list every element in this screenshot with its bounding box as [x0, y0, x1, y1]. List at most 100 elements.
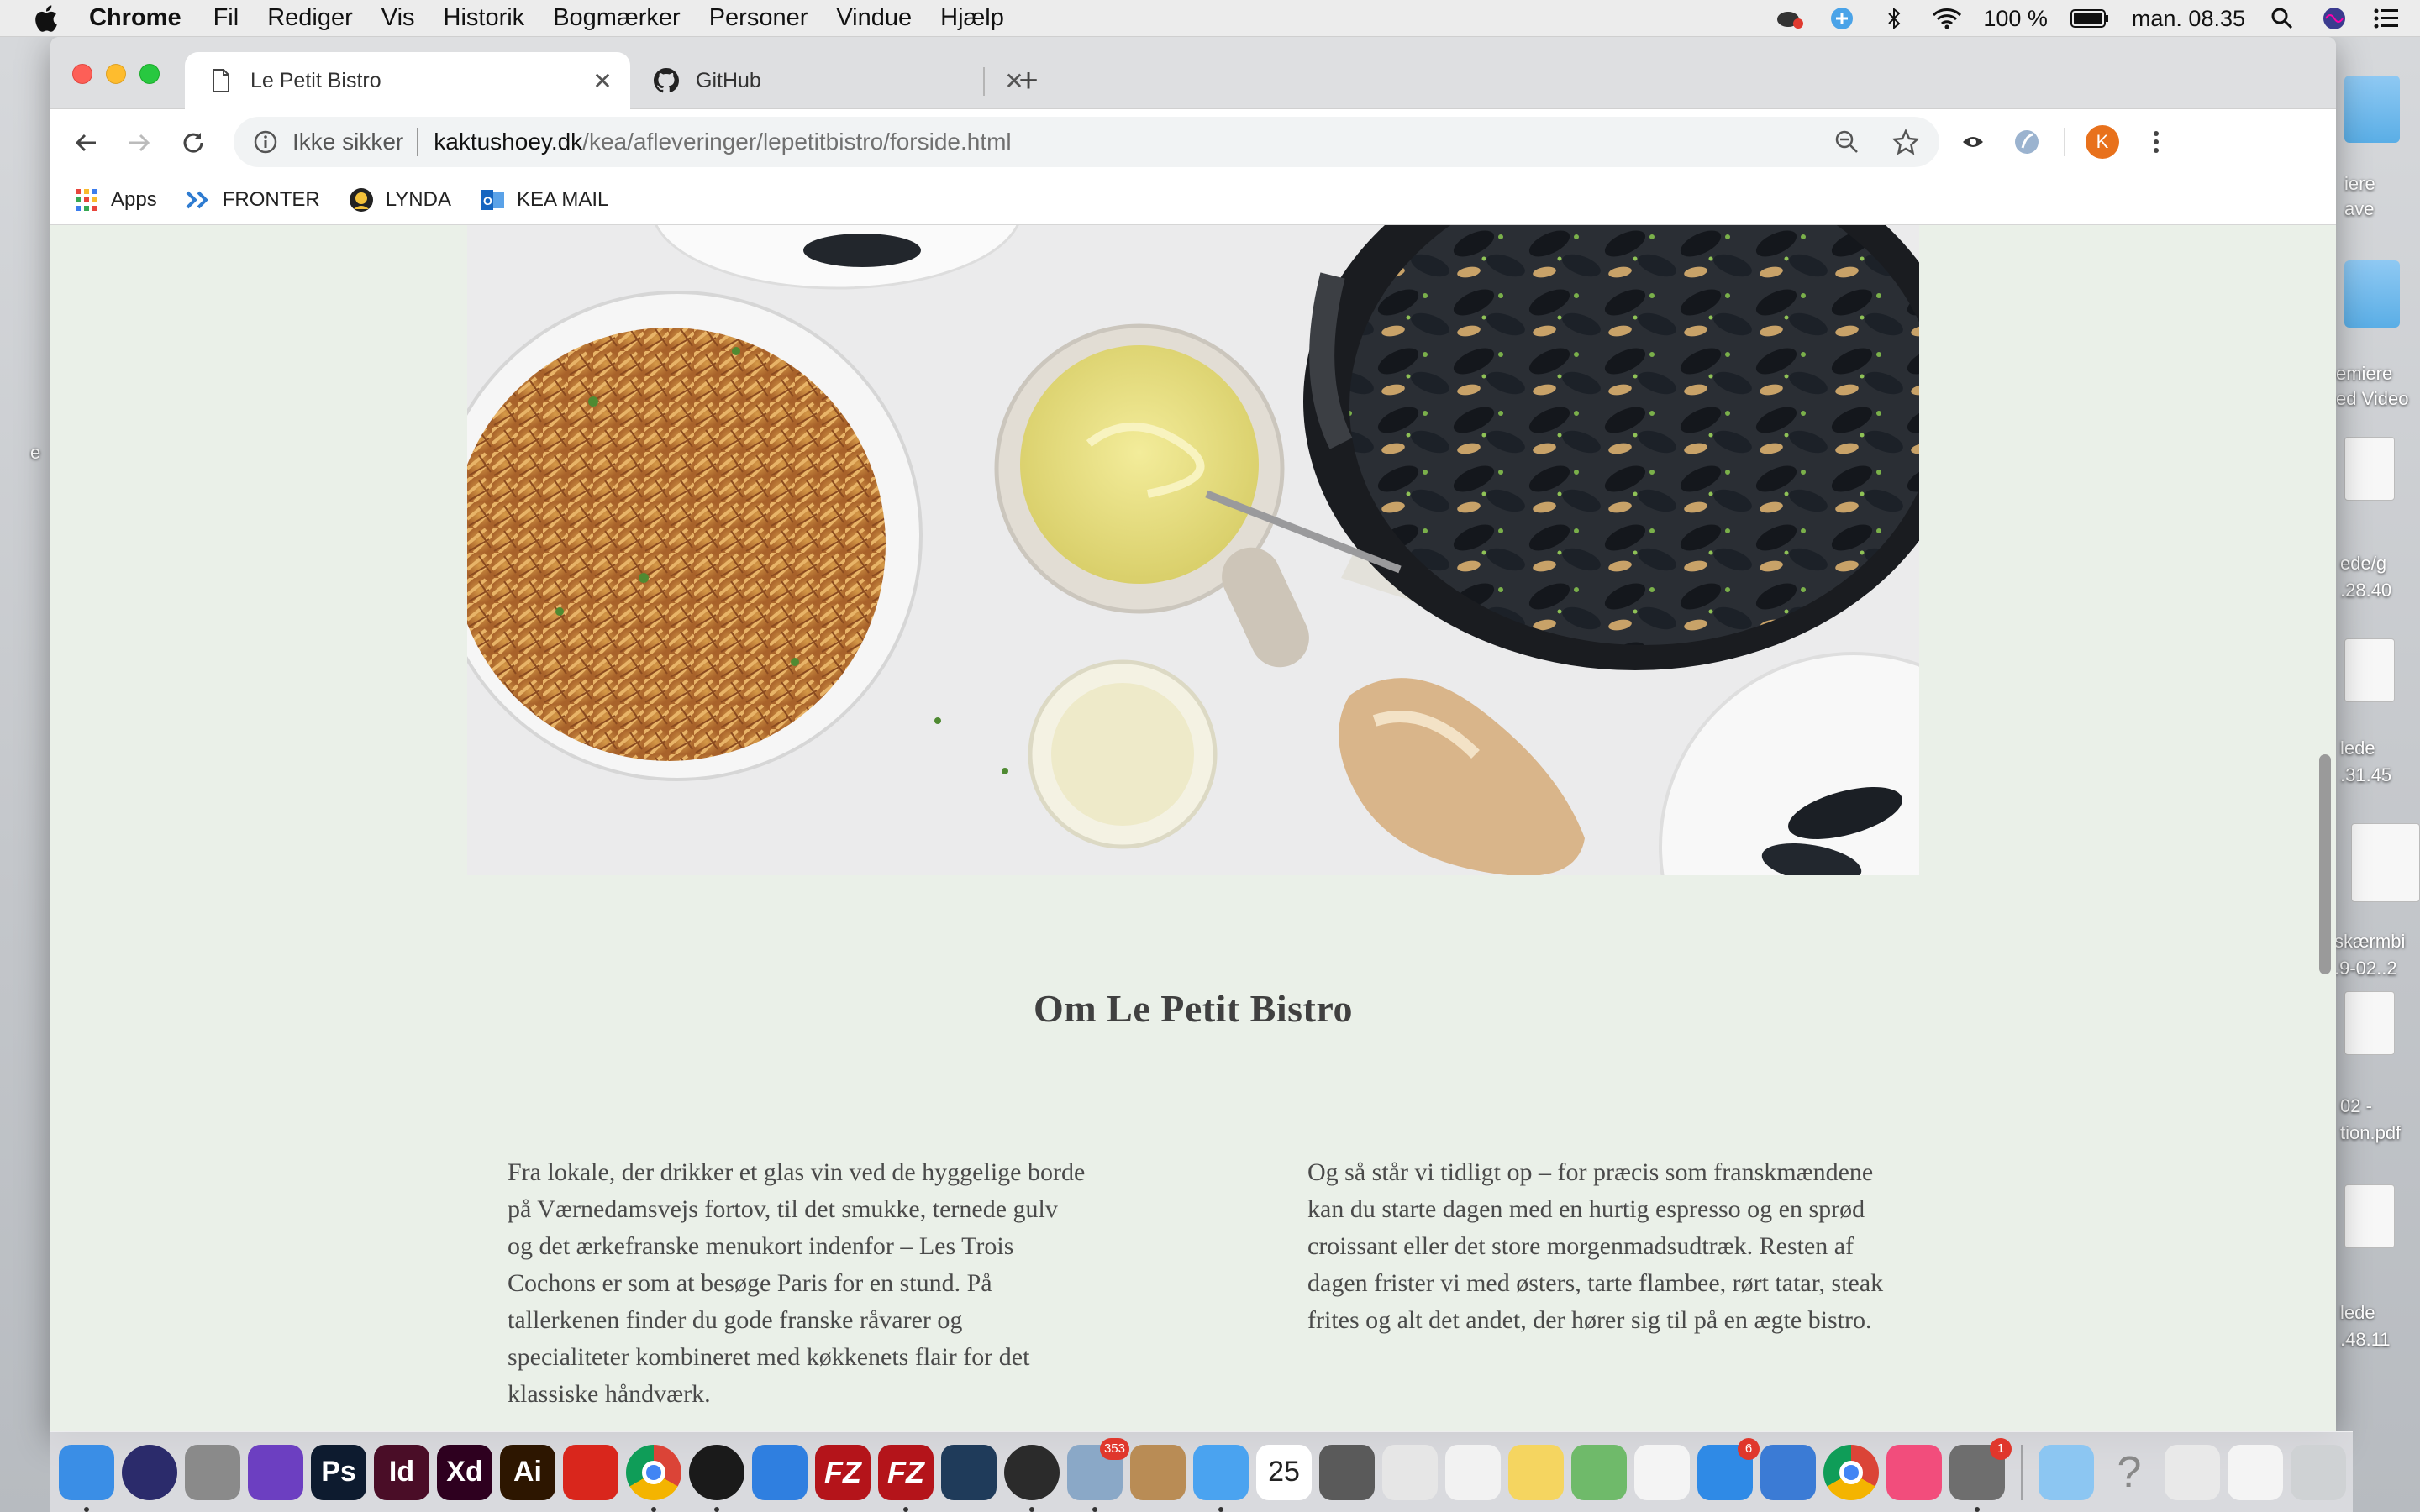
- dock-spotify-icon[interactable]: [689, 1444, 744, 1512]
- dock-xd-icon[interactable]: Xd: [437, 1444, 492, 1500]
- new-tab-button[interactable]: +: [1008, 60, 1049, 101]
- bluetooth-icon[interactable]: [1879, 6, 1909, 31]
- dock-itunes-icon[interactable]: [1886, 1444, 1942, 1500]
- profile-avatar[interactable]: K: [2086, 125, 2119, 159]
- dock: Ps Id Xd Ai FZ FZ 353 25 6 1?: [50, 1431, 2353, 1512]
- dock-safari-icon[interactable]: [752, 1444, 808, 1500]
- dock-preview-doc-icon[interactable]: [2165, 1444, 2220, 1500]
- dock-contacts-icon[interactable]: [1130, 1444, 1186, 1500]
- dock-filezilla-2-icon[interactable]: FZ: [878, 1444, 934, 1512]
- creative-cloud-status-icon[interactable]: [1775, 6, 1805, 31]
- window-close-button[interactable]: [72, 64, 92, 84]
- dock-downloads-folder-icon[interactable]: [2039, 1444, 2094, 1500]
- dock-indesign-icon[interactable]: Id: [374, 1444, 429, 1500]
- dock-notes-icon[interactable]: [1508, 1444, 1564, 1500]
- menu-app-name[interactable]: Chrome: [89, 4, 182, 32]
- bookmark-label: KEA MAIL: [516, 187, 609, 211]
- dock-calculator-icon[interactable]: [1319, 1444, 1375, 1500]
- menu-hjaelp[interactable]: Hjælp: [940, 4, 1004, 32]
- dock-illustrator-icon[interactable]: Ai: [500, 1444, 555, 1500]
- dock-app-label: Ai: [513, 1456, 542, 1488]
- dock-maps-icon[interactable]: [1571, 1444, 1627, 1500]
- dock-calendar-icon[interactable]: 25: [1256, 1444, 1312, 1500]
- kebab-menu-icon[interactable]: [2139, 125, 2173, 159]
- menu-vindue[interactable]: Vindue: [836, 4, 912, 32]
- dock-photos-icon[interactable]: [1634, 1444, 1690, 1500]
- desktop-label: .28.40: [2340, 580, 2392, 601]
- dock-filezilla-icon[interactable]: FZ: [815, 1444, 871, 1500]
- reload-icon[interactable]: [175, 124, 212, 161]
- desktop-file-icon[interactable]: [2344, 638, 2395, 702]
- window-minimize-button[interactable]: [106, 64, 126, 84]
- menu-historik[interactable]: Historik: [444, 4, 525, 32]
- bookmark-lynda[interactable]: LYNDA: [349, 187, 451, 213]
- apple-icon[interactable]: [30, 3, 60, 34]
- tab-github[interactable]: GitHub ✕: [630, 52, 1042, 109]
- dock-finder-icon[interactable]: [59, 1444, 114, 1512]
- back-arrow-icon[interactable]: [67, 124, 104, 161]
- dock-photoshop-icon[interactable]: Ps: [311, 1444, 366, 1500]
- dock-chrome-icon[interactable]: [626, 1444, 681, 1512]
- menu-clock[interactable]: man. 08.35: [2132, 6, 2245, 32]
- window-zoom-button[interactable]: [139, 64, 160, 84]
- sync-cloud-icon[interactable]: [1827, 6, 1857, 31]
- dock-app-store-icon[interactable]: 6: [1697, 1437, 1760, 1500]
- zoom-icon[interactable]: [1830, 125, 1864, 159]
- address-bar[interactable]: Ikke sikker kaktushoey.dk/kea/aflevering…: [234, 117, 1939, 167]
- desktop-file-icon[interactable]: [2344, 991, 2395, 1055]
- info-icon[interactable]: [250, 127, 281, 157]
- forward-arrow-icon[interactable]: [121, 124, 158, 161]
- battery-icon[interactable]: [2070, 6, 2110, 31]
- menu-rediger[interactable]: Rediger: [267, 4, 353, 32]
- desktop-label: ed Video: [2336, 388, 2409, 409]
- page-scrollbar[interactable]: [2312, 225, 2336, 1431]
- menu-fil[interactable]: Fil: [213, 4, 239, 32]
- dock-keynote-icon[interactable]: [1760, 1444, 1816, 1500]
- dock-launchpad-icon[interactable]: [185, 1444, 240, 1500]
- dock-mail-icon[interactable]: 353: [1067, 1437, 1129, 1512]
- dock-textedit-icon[interactable]: [1382, 1444, 1438, 1500]
- siri-icon[interactable]: [2319, 6, 2349, 31]
- security-label[interactable]: Ikke sikker: [292, 129, 403, 155]
- dock-trash-icon[interactable]: [2291, 1444, 2346, 1500]
- notification-center-icon[interactable]: [2371, 6, 2402, 31]
- dock-messages-icon[interactable]: [1193, 1444, 1249, 1512]
- chrome-center-icon: [1839, 1460, 1863, 1484]
- tab-title: GitHub: [696, 68, 761, 92]
- dock-brackets-icon[interactable]: [941, 1444, 997, 1500]
- dock-reminders-icon[interactable]: [1445, 1444, 1501, 1500]
- dock-system-preferences-icon[interactable]: 1: [1949, 1437, 2012, 1512]
- desktop-folder-icon[interactable]: [2344, 260, 2400, 328]
- desktop-file-icon[interactable]: [2344, 437, 2395, 501]
- dock-window-thumb-icon[interactable]: [2228, 1444, 2283, 1500]
- tab-le-petit-bistro[interactable]: Le Petit Bistro ✕: [185, 52, 630, 109]
- dock-creative-cloud-icon[interactable]: [563, 1444, 618, 1500]
- extension-circle-icon[interactable]: [2010, 125, 2044, 159]
- desktop-folder-icon[interactable]: [2344, 76, 2400, 143]
- browser-window: Le Petit Bistro ✕ GitHub ✕ + Ikke sikker: [50, 37, 2336, 1431]
- bookmark-fronter[interactable]: FRONTER: [186, 187, 320, 213]
- tab-close-icon[interactable]: ✕: [590, 68, 615, 94]
- extension-eye-icon[interactable]: [1956, 125, 1990, 159]
- wifi-icon[interactable]: [1931, 6, 1962, 31]
- menu-vis[interactable]: Vis: [381, 4, 415, 32]
- menu-bogmaerker[interactable]: Bogmærker: [553, 4, 681, 32]
- dock-obs-icon[interactable]: [1004, 1444, 1060, 1512]
- bookmark-kea-mail[interactable]: O KEA MAIL: [480, 187, 608, 213]
- desktop-file-icon[interactable]: [2344, 1184, 2395, 1248]
- extensions-area: K: [1956, 125, 2173, 159]
- menu-personer[interactable]: Personer: [709, 4, 808, 32]
- spotlight-search-icon[interactable]: [2267, 6, 2297, 31]
- scrollbar-thumb[interactable]: [2319, 754, 2331, 974]
- dock-siri-icon[interactable]: [122, 1444, 177, 1500]
- dock-help-icon[interactable]: ?: [2102, 1445, 2157, 1500]
- bookmarks-bar: Apps FRONTER LYNDA O KEA MAIL: [50, 175, 2336, 225]
- bookmark-apps[interactable]: Apps: [74, 187, 157, 213]
- dock-imovie-icon[interactable]: [248, 1444, 303, 1500]
- url-host: kaktushoey.dk: [434, 129, 583, 155]
- dock-chrome-2-icon[interactable]: [1823, 1444, 1879, 1500]
- page-viewport: Om Le Petit Bistro Fra lokale, der drikk…: [50, 225, 2336, 1431]
- desktop-file-icon[interactable]: [2351, 823, 2420, 902]
- desktop-label: 02 -: [2340, 1095, 2372, 1116]
- bookmark-star-icon[interactable]: [1889, 125, 1923, 159]
